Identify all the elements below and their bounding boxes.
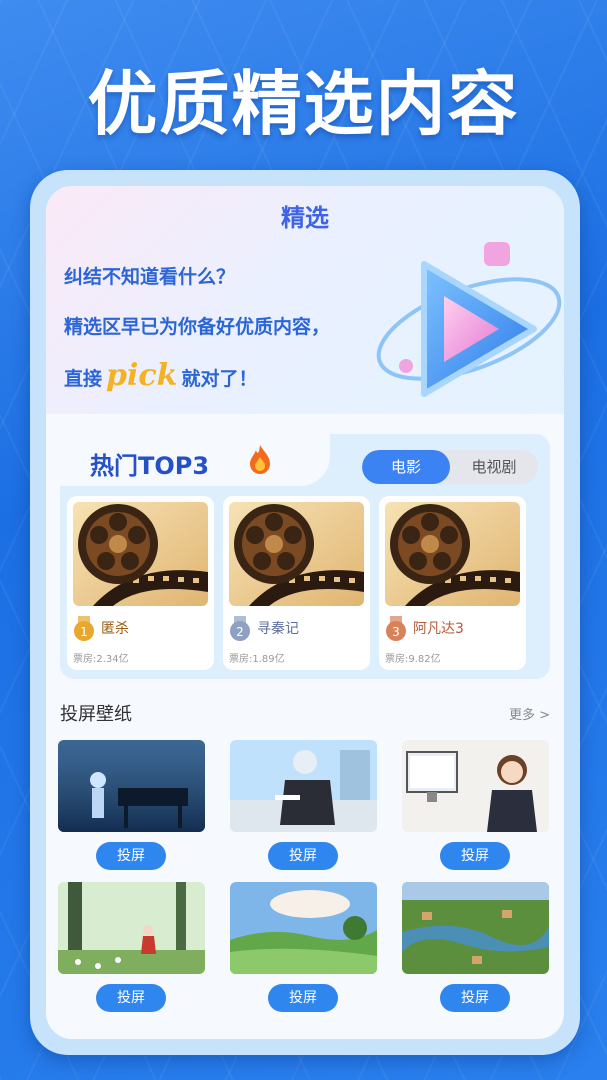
app-screen: 精选 纠结不知道看什么？ 精选区早已为你备好优质内容， 直接pick就对了！: [46, 186, 564, 1039]
top3-section: 热门TOP3 电影 电视剧 1 匿杀 票房:2.34亿 2 寻秦记 票房:1.8…: [60, 434, 550, 679]
cast-button[interactable]: 投屏: [268, 842, 338, 870]
pick-word: pick: [106, 358, 178, 393]
hero-line-1: 纠结不知道看什么？: [64, 266, 236, 288]
movie-box-office: 票房:9.82亿: [385, 654, 441, 665]
movie-poster[interactable]: [229, 502, 364, 606]
movie-card[interactable]: 3 阿凡达3 票房:9.82亿: [379, 496, 526, 670]
promo-headline: 优质精选内容: [87, 63, 520, 145]
page-title: 精选: [281, 204, 329, 232]
wallpaper-thumb-forest-girl[interactable]: [58, 882, 205, 974]
cast-button[interactable]: 投屏: [440, 984, 510, 1012]
wallpaper-thumb-river-village[interactable]: [402, 882, 549, 974]
hero-line-3: 直接 pick 就对了！: [64, 358, 257, 393]
cast-button[interactable]: 投屏: [96, 984, 166, 1012]
wallpaper-section-title: 投屏壁纸: [60, 704, 132, 725]
hero-banner: 精选 纠结不知道看什么？ 精选区早已为你备好优质内容， 直接 pick 就对了！: [46, 186, 564, 414]
tab-tv[interactable]: 电视剧: [450, 450, 538, 484]
movie-name: 寻秦记: [257, 621, 299, 637]
movie-box-office: 票房:1.89亿: [229, 654, 285, 665]
movie-name: 阿凡达3: [413, 621, 464, 637]
movie-name: 匿杀: [101, 621, 129, 637]
movie-poster[interactable]: [385, 502, 520, 606]
cast-button[interactable]: 投屏: [268, 984, 338, 1012]
category-tabs: 电影 电视剧: [362, 450, 538, 484]
more-link[interactable]: 更多 >: [509, 704, 550, 723]
hero-line-3-pre: 直接: [64, 368, 103, 390]
rank-medal-icon: 1: [74, 616, 94, 641]
fire-icon: [250, 445, 270, 474]
movie-card[interactable]: 1 匿杀 票房:2.34亿: [67, 496, 214, 670]
rank-medal-icon: 2: [230, 616, 250, 641]
wallpaper-thumb-piano-scene[interactable]: [58, 740, 205, 832]
rank-number: 3: [392, 625, 400, 639]
rank-number: 1: [80, 625, 88, 639]
hero-line-3-post: 就对了！: [181, 368, 258, 390]
movie-box-office: 票房:2.34亿: [73, 654, 129, 665]
tab-movie[interactable]: 电影: [362, 450, 450, 484]
play-icon: [376, 242, 562, 397]
movie-poster[interactable]: [73, 502, 208, 606]
rank-medal-icon: 3: [386, 616, 406, 641]
movie-card[interactable]: 2 寻秦记 票房:1.89亿: [223, 496, 370, 670]
top3-header: 热门TOP3: [60, 434, 330, 486]
cast-button[interactable]: 投屏: [96, 842, 166, 870]
phone-frame: 精选 纠结不知道看什么？ 精选区早已为你备好优质内容， 直接pick就对了！: [30, 170, 580, 1055]
wallpaper-thumb-boy-reading[interactable]: [230, 740, 377, 832]
wallpaper-thumb-girl-computer[interactable]: [402, 740, 549, 832]
cast-button[interactable]: 投屏: [440, 842, 510, 870]
wallpaper-thumb-green-field[interactable]: [230, 882, 377, 974]
rank-number: 2: [236, 625, 244, 639]
top3-title: 热门TOP3: [90, 452, 210, 480]
hero-line-2: 精选区早已为你备好优质内容，: [64, 316, 331, 338]
